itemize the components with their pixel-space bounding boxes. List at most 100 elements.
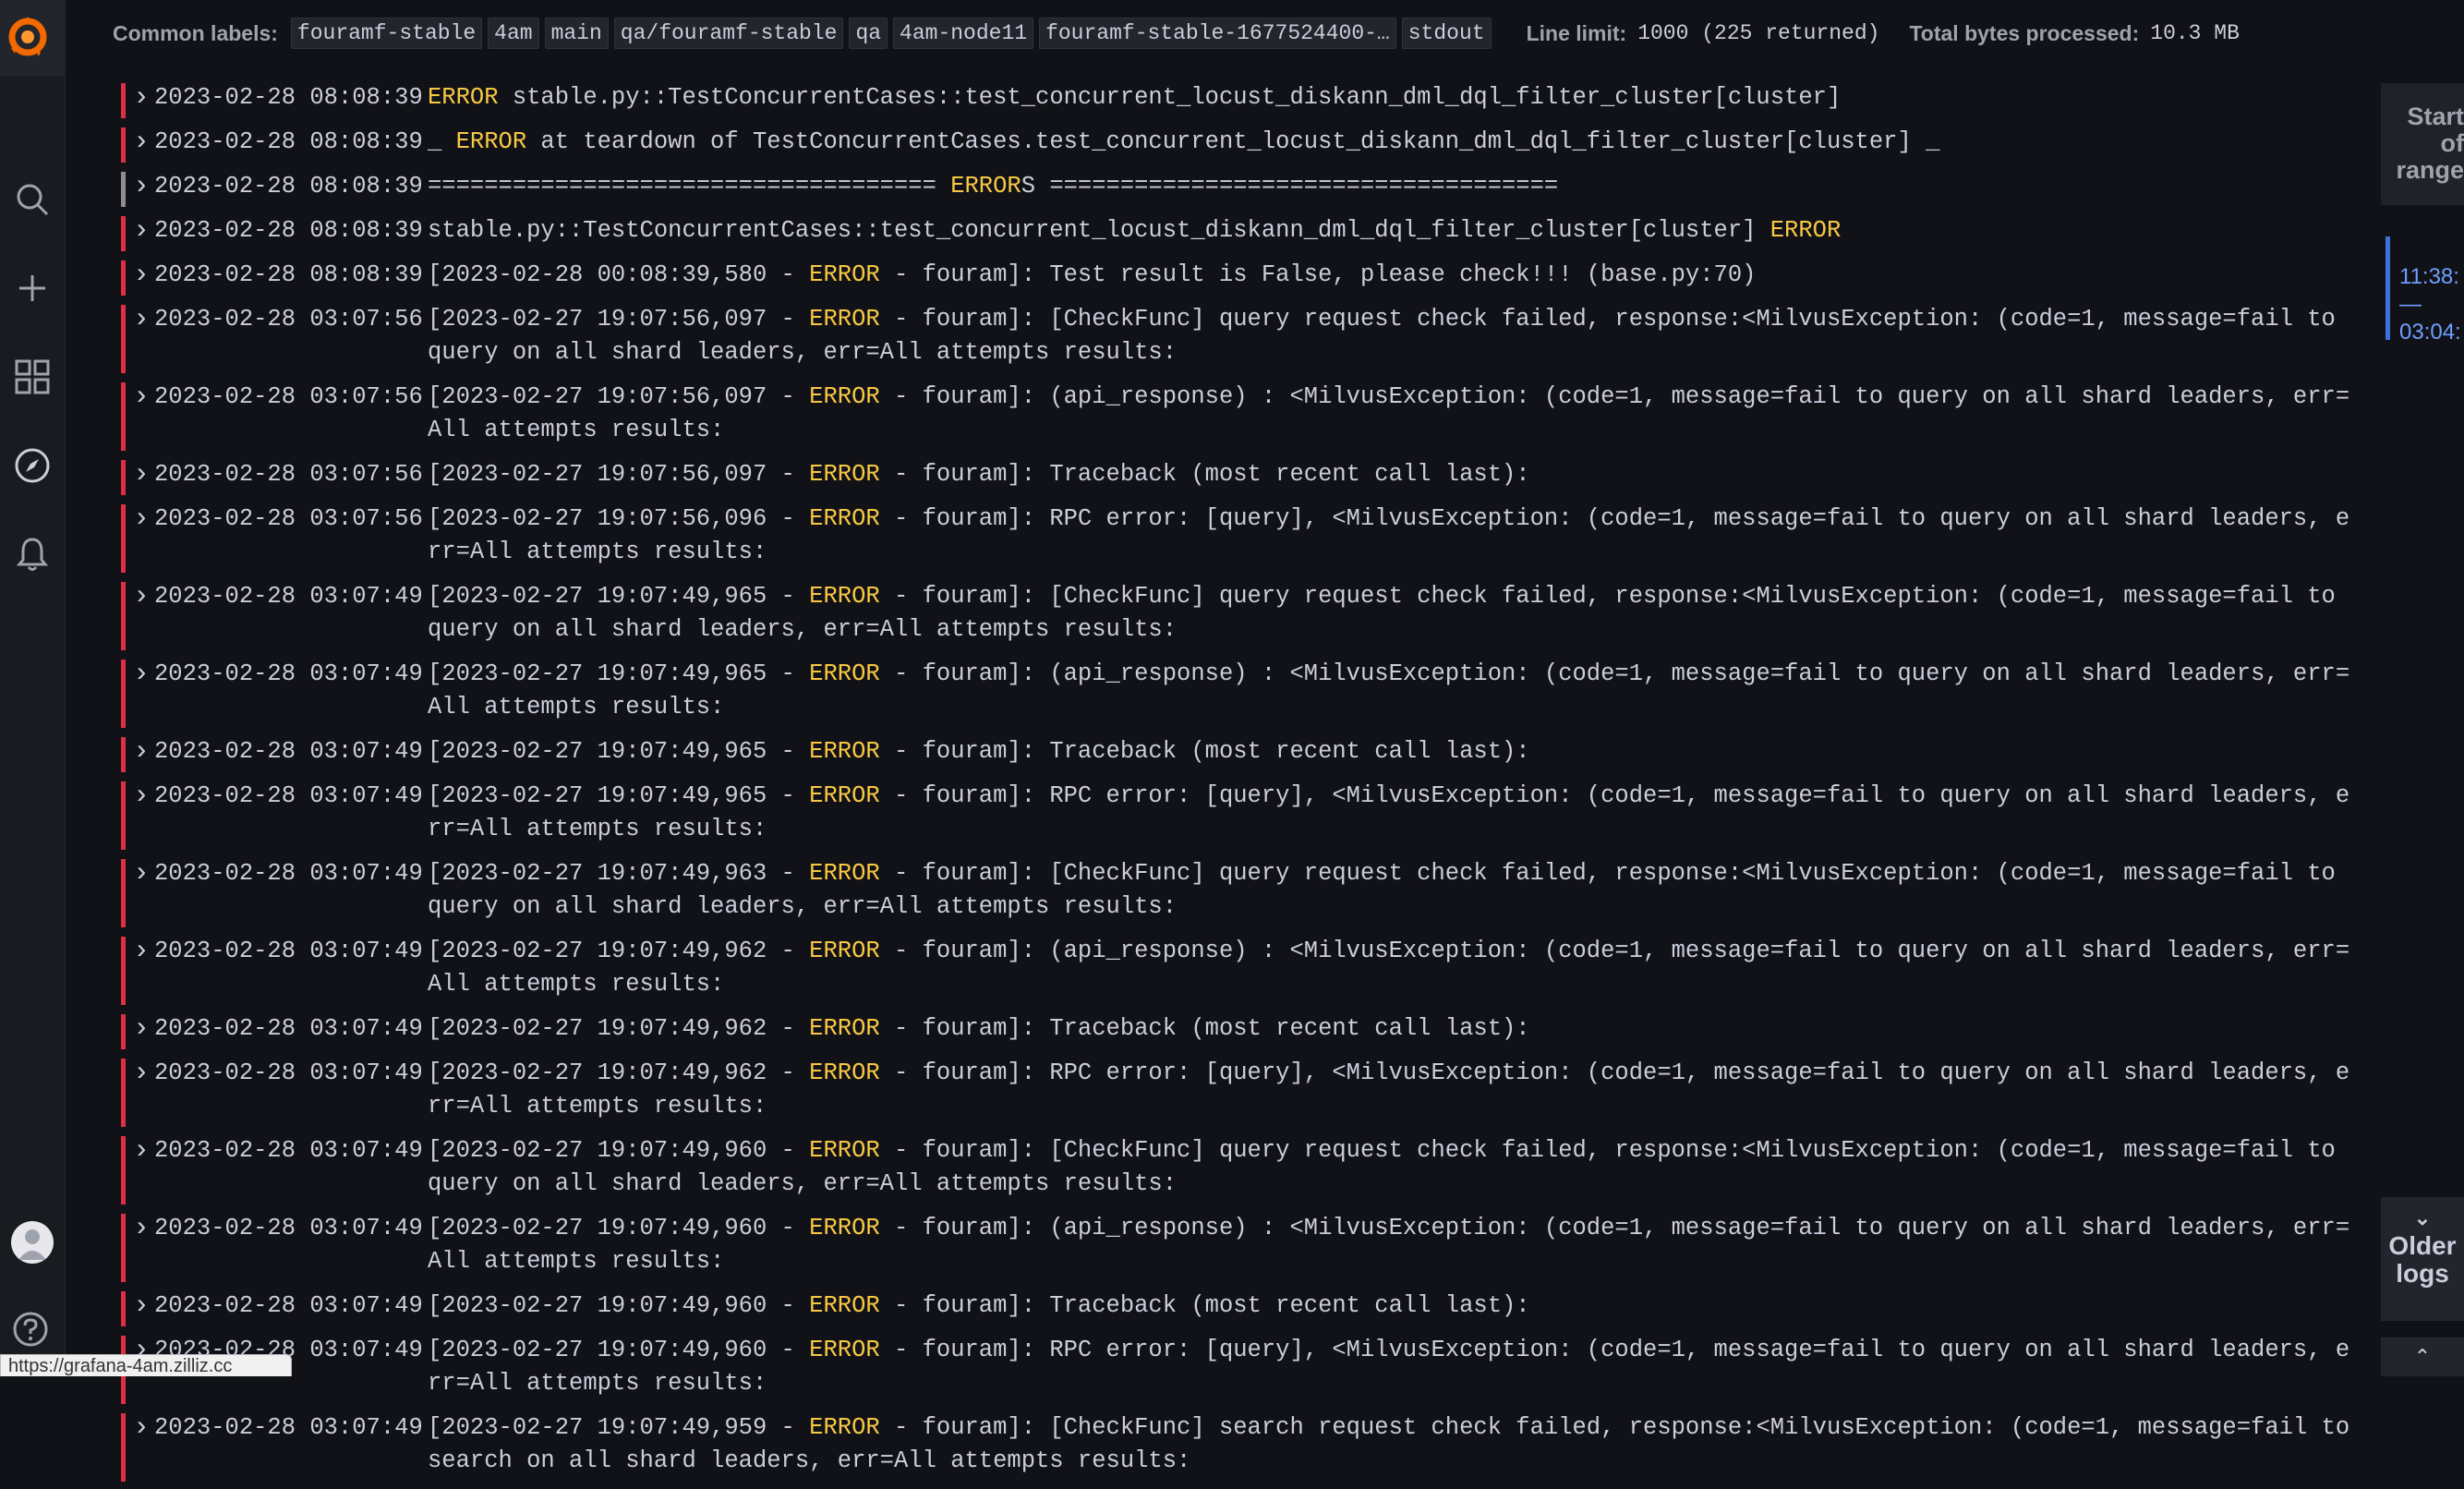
log-level-keyword: ERROR [950, 173, 1021, 200]
alerting-bell-icon[interactable] [0, 527, 65, 582]
explore-compass-icon[interactable] [0, 438, 65, 493]
log-timestamp: 2023-02-28 03:07:49 [154, 860, 423, 887]
log-row[interactable]: › 2023-02-28 08:08:39 [2023-02-28 00:08:39… [66, 259, 2356, 296]
log-message-prefix: [2023-02-27 19:07:49,960 - [428, 1337, 810, 1363]
log-row[interactable]: › 2023-02-28 03:07:56 [2023-02-27 19:07:56… [66, 381, 2356, 451]
chevron-right-icon[interactable]: › [133, 658, 153, 691]
log-message-prefix: [2023-02-27 19:07:49,959 - [428, 1414, 810, 1441]
scroll-up-button[interactable]: ⌃ [2381, 1338, 2464, 1376]
chevron-right-icon[interactable]: › [133, 1012, 153, 1046]
chevron-right-icon[interactable]: › [133, 1057, 153, 1090]
log-message-prefix: [2023-02-27 19:07:49,960 - [428, 1292, 810, 1319]
chevron-right-icon[interactable]: › [133, 458, 153, 491]
log-timestamp: 2023-02-28 03:07:49 [154, 660, 423, 687]
log-row[interactable]: › 2023-02-28 03:07:49 [2023-02-27 19:07:49… [66, 1334, 2356, 1404]
chevron-right-icon[interactable]: › [133, 1411, 153, 1445]
log-row[interactable]: › 2023-02-28 03:07:49 [2023-02-27 19:07:49… [66, 780, 2356, 850]
chevron-right-icon[interactable]: › [133, 735, 153, 769]
log-level-keyword: ERROR [809, 383, 880, 410]
log-level-bar [121, 1413, 126, 1482]
older-logs-button[interactable]: ⌄ Older logs [2381, 1197, 2464, 1321]
log-level-keyword: ERROR [809, 306, 880, 333]
help-icon[interactable] [11, 1310, 50, 1349]
log-row[interactable]: › 2023-02-28 08:08:39 ERROR stable.py::Tes… [66, 81, 2356, 118]
log-message-prefix: [2023-02-27 19:07:49,965 - [428, 583, 810, 610]
log-message-suffix: - fouram]: Test result is False, please … [879, 261, 1757, 288]
log-message: ==================================== ERR… [428, 170, 2356, 203]
log-row[interactable]: › 2023-02-28 03:07:49 [2023-02-27 19:07:49… [66, 1012, 2356, 1049]
log-row[interactable]: › 2023-02-28 03:07:49 [2023-02-27 19:07:49… [66, 935, 2356, 1005]
log-row[interactable]: › 2023-02-28 03:07:56 [2023-02-27 19:07:56… [66, 458, 2356, 495]
grafana-logo[interactable] [0, 0, 65, 76]
log-level-bar [121, 660, 126, 728]
chevron-right-icon[interactable]: › [133, 214, 153, 248]
log-message: [2023-02-27 19:07:56,097 - ERROR - foura… [428, 381, 2356, 447]
older-logs-label: Older logs [2388, 1231, 2457, 1288]
log-row[interactable]: › 2023-02-28 03:07:49 [2023-02-27 19:07:49… [66, 580, 2356, 650]
log-message: _ ERROR at teardown of TestConcurrentCas… [428, 126, 2356, 159]
log-level-keyword: ERROR [809, 1292, 880, 1319]
range-selection-bar[interactable] [2385, 236, 2390, 340]
log-row[interactable]: › 2023-02-28 03:07:49 [2023-02-27 19:07:49… [66, 735, 2356, 772]
chevron-right-icon[interactable]: › [133, 1212, 153, 1245]
search-icon[interactable] [0, 172, 65, 227]
chevron-right-icon[interactable]: › [133, 1134, 153, 1168]
chevron-right-icon[interactable]: › [133, 1289, 153, 1323]
log-timestamp: 2023-02-28 03:07:56 [154, 306, 423, 333]
log-level-keyword: ERROR [809, 938, 880, 964]
bytes-processed-value: 10.3 MB [2150, 21, 2240, 45]
log-level-bar [121, 1136, 126, 1205]
log-level-keyword: ERROR [809, 660, 880, 687]
dashboards-icon[interactable] [0, 349, 65, 405]
chevron-right-icon[interactable]: › [133, 502, 153, 536]
log-level-bar [121, 737, 126, 772]
log-message-suffix: S ==================================== [1021, 173, 1559, 200]
range-start: 11:38: [2399, 264, 2459, 289]
log-row[interactable]: › 2023-02-28 03:07:56 [2023-02-27 19:07:56… [66, 303, 2356, 373]
log-row[interactable]: › 2023-02-28 03:07:49 [2023-02-27 19:07:49… [66, 1411, 2356, 1482]
chevron-right-icon[interactable]: › [133, 580, 153, 613]
log-timestamp: 2023-02-28 03:07:49 [154, 938, 423, 964]
log-level-keyword: ERROR [1769, 217, 1842, 244]
plus-icon[interactable] [0, 260, 65, 316]
chevron-right-icon[interactable]: › [133, 170, 153, 203]
chevron-right-icon[interactable]: › [133, 780, 153, 813]
log-level-keyword: ERROR [809, 782, 880, 809]
chevron-right-icon[interactable]: › [133, 126, 153, 159]
chevron-right-icon[interactable]: › [133, 935, 153, 968]
log-level-bar [121, 859, 126, 927]
user-icon [18, 1229, 46, 1260]
log-message-prefix: [2023-02-28 00:08:39,580 - [428, 261, 810, 288]
log-message: [2023-02-27 19:07:49,962 - ERROR - foura… [428, 935, 2356, 1001]
range-label[interactable]: 11:38: — 03:04: [2399, 260, 2461, 349]
log-row[interactable]: › 2023-02-28 08:08:39 stable.py::TestConcu… [66, 214, 2356, 251]
chevron-right-icon[interactable]: › [133, 81, 153, 115]
log-message-suffix: at teardown of TestConcurrentCases.test_… [526, 128, 1940, 155]
log-message: [2023-02-27 19:07:49,965 - ERROR - foura… [428, 580, 2356, 647]
log-timestamp: 2023-02-28 03:07:49 [154, 1137, 423, 1164]
log-row[interactable]: › 2023-02-28 08:08:39 _ ERROR at teardown … [66, 126, 2356, 163]
chevron-right-icon[interactable]: › [133, 259, 153, 292]
label-chip: fouramf-stable-1677524400-… [1039, 18, 1396, 49]
log-row[interactable]: › 2023-02-28 08:08:39 ====================… [66, 170, 2356, 207]
chevron-right-icon[interactable]: › [133, 303, 153, 336]
side-nav [0, 0, 66, 1376]
user-avatar[interactable] [11, 1221, 54, 1264]
log-message-prefix: ==================================== [428, 173, 951, 200]
log-level-keyword: ERROR [455, 128, 527, 155]
log-row[interactable]: › 2023-02-28 03:07:56 [2023-02-27 19:07:56… [66, 502, 2356, 573]
chevron-right-icon[interactable]: › [133, 857, 153, 890]
chevron-right-icon[interactable]: › [133, 381, 153, 414]
log-message-prefix: [2023-02-27 19:07:49,962 - [428, 938, 810, 964]
log-row[interactable]: › 2023-02-28 03:07:49 [2023-02-27 19:07:49… [66, 1057, 2356, 1127]
log-row[interactable]: › 2023-02-28 03:07:49 [2023-02-27 19:07:49… [66, 658, 2356, 728]
label-chip: 4am [488, 18, 539, 49]
log-message-suffix: - fouram]: Traceback (most recent call l… [879, 738, 1530, 765]
log-level-bar [121, 83, 126, 118]
log-row[interactable]: › 2023-02-28 03:07:49 [2023-02-27 19:07:49… [66, 1289, 2356, 1326]
start-of-range-button[interactable]: Start of range [2381, 83, 2464, 205]
bytes-processed-title: Total bytes processed: [1909, 20, 2140, 45]
log-row[interactable]: › 2023-02-28 03:07:49 [2023-02-27 19:07:49… [66, 1134, 2356, 1205]
log-row[interactable]: › 2023-02-28 03:07:49 [2023-02-27 19:07:49… [66, 857, 2356, 927]
log-row[interactable]: › 2023-02-28 03:07:49 [2023-02-27 19:07:49… [66, 1212, 2356, 1282]
